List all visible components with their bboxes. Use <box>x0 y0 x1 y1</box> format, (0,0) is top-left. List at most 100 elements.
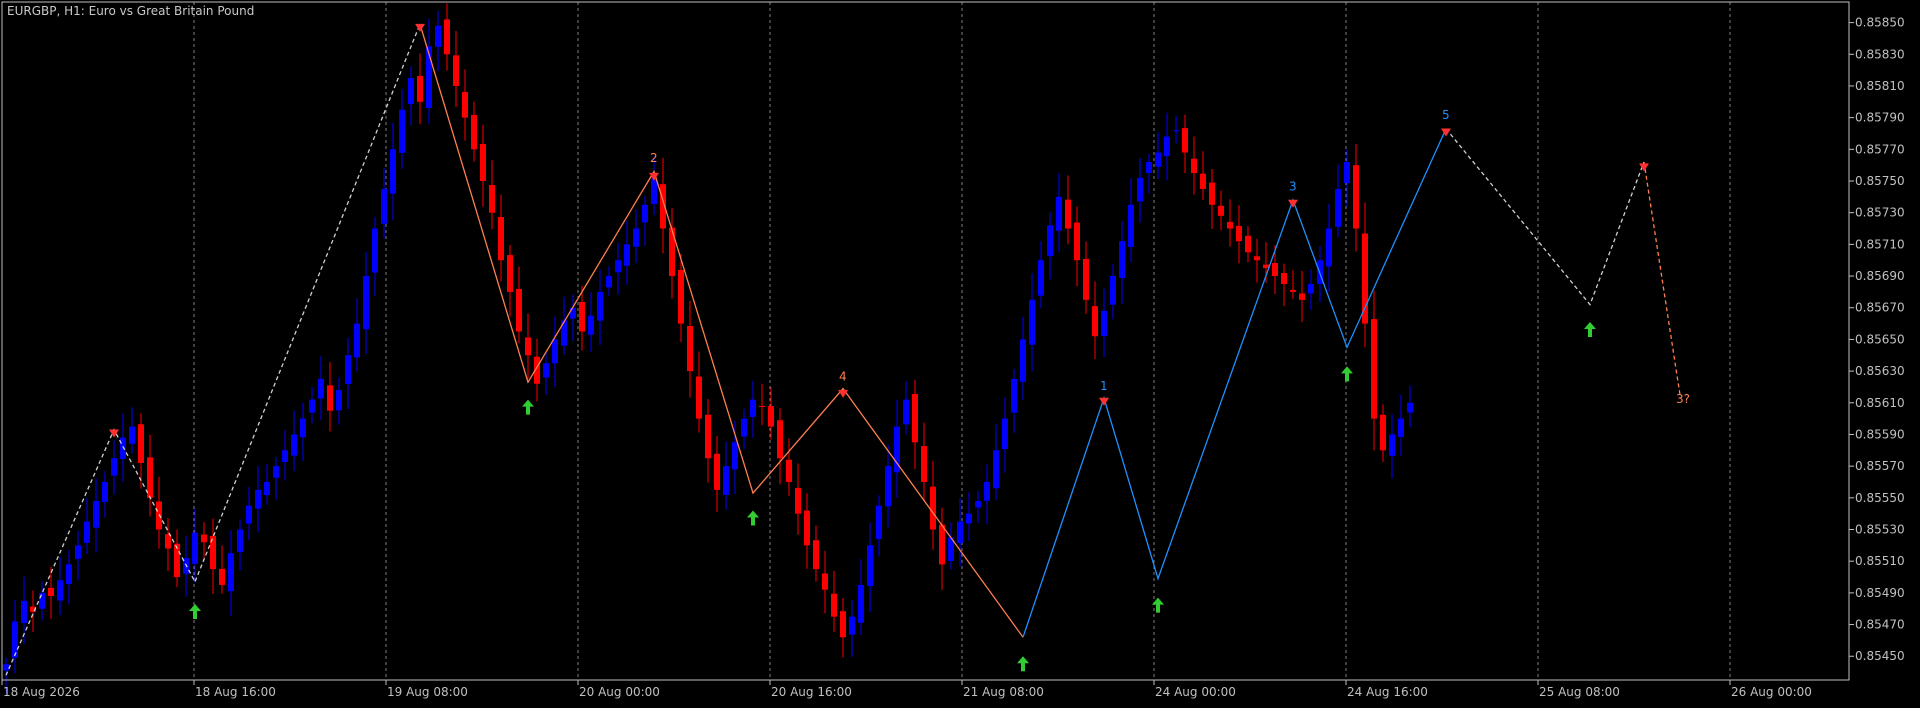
candle-body <box>39 592 45 609</box>
chart-window[interactable]: 2 4 1 3 5 3? 0.85850 0.85830 0.85810 0.85790 0.85… <box>0 0 1920 704</box>
candle-body <box>1227 221 1233 229</box>
candle-body <box>1119 241 1125 279</box>
candle-body <box>831 593 837 617</box>
candle-body <box>786 459 792 482</box>
candle-body <box>912 394 918 443</box>
candle-body <box>984 481 990 501</box>
candle-body <box>543 363 549 378</box>
candle-body <box>1002 418 1008 450</box>
candle-body <box>750 399 756 417</box>
x-tick-label: 18 Aug 16:00 <box>195 685 276 699</box>
candle-body <box>21 600 27 624</box>
candle-body <box>1164 136 1170 157</box>
y-tick-label: 0.85830 <box>1855 47 1905 61</box>
candle-body <box>1011 379 1017 413</box>
candle-body <box>1182 128 1188 153</box>
candle-body <box>678 269 684 324</box>
x-tick-label: 25 Aug 08:00 <box>1539 685 1620 699</box>
candle-body <box>1200 173 1206 189</box>
candle-body <box>327 385 333 411</box>
candle-body <box>48 587 54 597</box>
candle-body <box>1128 204 1134 247</box>
x-tick-label: 19 Aug 08:00 <box>387 685 468 699</box>
candle-body <box>975 500 981 508</box>
candle-body <box>1092 306 1098 337</box>
candle-body <box>111 458 117 476</box>
candle-body <box>1137 177 1143 202</box>
candle-body <box>219 568 225 585</box>
candle-body <box>1146 161 1152 173</box>
candle-body <box>966 513 972 524</box>
candle-body <box>1191 158 1197 174</box>
x-tick-label: 20 Aug 16:00 <box>771 685 852 699</box>
candle-body <box>300 418 306 438</box>
candle-body <box>1299 293 1305 300</box>
candle-body <box>345 355 351 384</box>
candle-body <box>651 177 657 204</box>
y-tick-label: 0.85590 <box>1855 427 1905 441</box>
price-axis[interactable]: 0.85850 0.85830 0.85810 0.85790 0.85770 0.857… <box>1849 16 1905 664</box>
y-tick-label: 0.85710 <box>1855 237 1905 251</box>
candle-body <box>633 228 639 247</box>
y-tick-label: 0.85630 <box>1855 364 1905 378</box>
candle-body <box>201 534 207 543</box>
y-tick-label: 0.85690 <box>1855 269 1905 283</box>
candle-body <box>399 109 405 153</box>
candle-body <box>507 255 513 292</box>
candle-body <box>624 244 630 266</box>
candle-body <box>66 564 72 585</box>
x-tick-label: 18 Aug 2026 <box>3 685 80 699</box>
candle-body <box>363 276 369 330</box>
candle-body <box>552 339 558 364</box>
candle-body <box>1173 130 1179 132</box>
y-tick-label: 0.85530 <box>1855 523 1905 537</box>
candle-body <box>525 337 531 356</box>
candle-body <box>408 78 414 105</box>
candle-body <box>444 19 450 55</box>
candle-body <box>876 505 882 540</box>
candle-body <box>1272 263 1278 277</box>
candle-body <box>273 466 279 478</box>
candle-body <box>642 204 648 223</box>
y-tick-label: 0.85650 <box>1855 332 1905 346</box>
candle-body <box>192 532 198 564</box>
y-tick-label: 0.85570 <box>1855 459 1905 473</box>
candle-body <box>1056 196 1062 231</box>
candle-body <box>723 466 729 495</box>
candle-body <box>1074 222 1080 261</box>
candle-body <box>381 188 387 224</box>
candle-body <box>462 91 468 118</box>
candle-body <box>939 524 945 565</box>
y-tick-label: 0.85810 <box>1855 79 1905 93</box>
candle-body <box>1236 225 1242 242</box>
candle-body <box>138 424 144 463</box>
y-tick-label: 0.85510 <box>1855 554 1905 568</box>
y-tick-label: 0.85750 <box>1855 174 1905 188</box>
candle-body <box>516 288 522 332</box>
y-tick-label: 0.85770 <box>1855 142 1905 156</box>
wave-label: 4 <box>839 370 847 384</box>
wave-label: 2 <box>650 151 658 165</box>
chart-title: EURGBP, H1: Euro vs Great Britain Pound <box>7 4 254 18</box>
candle-body <box>804 510 810 546</box>
candle-body <box>1371 319 1377 419</box>
candle-body <box>309 399 315 413</box>
candle-body <box>1389 434 1395 456</box>
wave-label: 3 <box>1289 180 1297 194</box>
price-chart[interactable]: 241353? 0.858500.858300.858100.857900.85… <box>0 0 1920 704</box>
candle-body <box>1398 418 1404 437</box>
candle-body <box>759 405 765 407</box>
candle-body <box>597 291 603 321</box>
candle-body <box>849 616 855 635</box>
y-tick-label: 0.85670 <box>1855 301 1905 315</box>
y-tick-label: 0.85730 <box>1855 206 1905 220</box>
candle-body <box>561 320 567 346</box>
candle-body <box>1038 260 1044 296</box>
candle-body <box>480 143 486 182</box>
candle-body <box>1326 228 1332 267</box>
candle-body <box>453 55 459 86</box>
candle-body <box>615 260 621 273</box>
x-tick-label: 24 Aug 16:00 <box>1347 685 1428 699</box>
candle-body <box>390 149 396 194</box>
candle-body <box>858 584 864 623</box>
